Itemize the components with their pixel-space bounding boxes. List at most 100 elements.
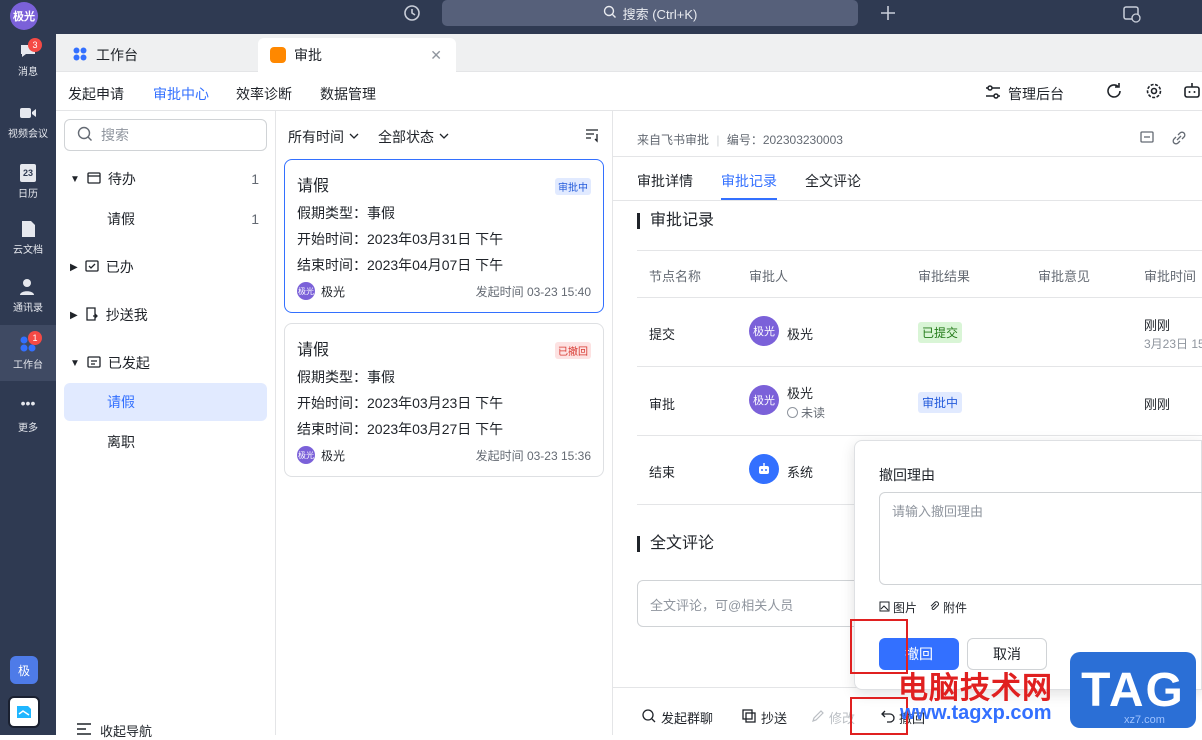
rail-label: 消息 bbox=[18, 67, 38, 78]
cc-button[interactable]: 抄送 bbox=[741, 708, 787, 727]
field-value: 2023年03月31日 下午 bbox=[367, 231, 504, 247]
request-card[interactable]: 请假 已撤回 假期类型：事假 开始时间：2023年03月23日 下午 结束时间：… bbox=[284, 323, 604, 477]
tab-comments[interactable]: 全文评论 bbox=[805, 171, 861, 191]
result-badge: 审批中 bbox=[918, 392, 963, 413]
search-icon bbox=[603, 5, 617, 22]
card-title: 请假 bbox=[297, 178, 330, 195]
rail-item-workspace[interactable]: 工作台 1 bbox=[0, 325, 56, 381]
admin-label: 管理后台 bbox=[1008, 85, 1064, 102]
nav-data[interactable]: 数据管理 bbox=[320, 84, 376, 104]
sidebar-search[interactable]: 搜索 bbox=[64, 119, 267, 151]
user-avatar[interactable]: 极光 bbox=[10, 2, 38, 30]
tab-detail[interactable]: 审批详情 bbox=[637, 171, 693, 191]
tab-records[interactable]: 审批记录 bbox=[721, 171, 777, 191]
rail-label: 更多 bbox=[18, 423, 38, 434]
caret-right-icon: ▶ bbox=[70, 261, 78, 273]
rail-item-messages[interactable]: 消息 3 bbox=[0, 38, 56, 78]
node-name: 提交 bbox=[649, 327, 676, 342]
status-badge: 已撤回 bbox=[555, 342, 591, 359]
reason-input[interactable]: 请输入撤回理由 bbox=[879, 492, 1202, 585]
column-header: 节点名称 bbox=[649, 269, 702, 284]
status-filter[interactable]: 全部状态 bbox=[378, 127, 450, 147]
card-field-type: 假期类型：事假 bbox=[297, 204, 591, 222]
attach-button[interactable]: 附件 bbox=[929, 599, 967, 616]
plus-icon[interactable] bbox=[878, 3, 898, 26]
watermark-small: xz7.com bbox=[1124, 714, 1165, 726]
clock-icon[interactable] bbox=[402, 3, 422, 28]
sidebar-item-label: 请假 bbox=[107, 394, 135, 410]
divider bbox=[637, 366, 1202, 367]
admin-button[interactable]: 管理后台 bbox=[984, 83, 1064, 104]
read-status-label: 未读 bbox=[801, 406, 826, 420]
caret-down-icon: ▼ bbox=[70, 173, 80, 185]
chat-icon bbox=[641, 708, 657, 727]
nav-approval-center[interactable]: 审批中心 bbox=[153, 84, 209, 116]
field-value: 事假 bbox=[367, 205, 395, 221]
nav-efficiency[interactable]: 效率诊断 bbox=[236, 84, 292, 104]
field-value: 事假 bbox=[367, 369, 395, 385]
group-chat-button[interactable]: 发起群聊 bbox=[641, 708, 713, 727]
rail-item-calendar[interactable]: 23 日历 bbox=[0, 164, 56, 200]
sidebar-item-todo[interactable]: ▼ 待办 1 bbox=[64, 160, 267, 198]
card-field-start: 开始时间：2023年03月31日 下午 bbox=[297, 230, 591, 248]
help-icon[interactable] bbox=[1122, 4, 1142, 27]
sidebar-item-label: 已发起 bbox=[107, 355, 150, 371]
close-icon[interactable]: ✕ bbox=[430, 47, 442, 64]
rail-item-docs[interactable]: 云文档 bbox=[0, 220, 56, 256]
comment-input[interactable]: 全文评论，可@相关人员 bbox=[637, 580, 877, 627]
column-header: 审批结果 bbox=[918, 269, 971, 284]
search-placeholder: 搜索 bbox=[101, 127, 129, 143]
sidebar-item-count: 1 bbox=[251, 211, 259, 227]
card-user: 极光 极光 bbox=[297, 282, 345, 300]
tab-strip: 工作台 审批 ✕ bbox=[56, 34, 1202, 72]
collapse-icon bbox=[76, 722, 92, 739]
comment-icon[interactable] bbox=[1139, 130, 1155, 149]
robot-icon[interactable] bbox=[1182, 81, 1202, 104]
rail-item-more[interactable]: ••• 更多 bbox=[0, 396, 56, 434]
status-badge: 审批中 bbox=[555, 178, 591, 195]
app-logo[interactable] bbox=[8, 696, 40, 728]
column-header: 审批人 bbox=[749, 269, 789, 284]
card-field-end: 结束时间：2023年04月07日 下午 bbox=[297, 256, 591, 274]
detail-source: 来自飞书审批 bbox=[637, 133, 710, 147]
edit-button[interactable]: 修改 bbox=[811, 708, 855, 727]
card-field-type: 假期类型：事假 bbox=[297, 368, 591, 386]
button-label: 附件 bbox=[943, 601, 968, 615]
time-filter[interactable]: 所有时间 bbox=[288, 127, 360, 147]
global-search[interactable]: 搜索 (Ctrl+K) bbox=[442, 0, 858, 26]
tenant-avatar[interactable]: 极 bbox=[10, 656, 38, 684]
doc-icon bbox=[18, 220, 38, 238]
collapse-label: 收起导航 bbox=[100, 724, 153, 739]
rail-item-contacts[interactable]: 通讯录 bbox=[0, 278, 56, 314]
paperclip-icon bbox=[929, 600, 940, 615]
approver-name: 极光 bbox=[787, 327, 814, 342]
pencil-icon bbox=[811, 709, 825, 726]
status-filter-label: 全部状态 bbox=[378, 129, 434, 145]
tab-workspace[interactable]: 工作台 bbox=[60, 38, 256, 72]
sidebar-item-initiated-resign[interactable]: 离职 bbox=[64, 423, 267, 461]
request-card[interactable]: 请假 审批中 假期类型：事假 开始时间：2023年03月31日 下午 结束时间：… bbox=[284, 159, 604, 313]
section-title-comments: 全文评论 bbox=[637, 536, 714, 552]
nav-apply[interactable]: 发起申请 bbox=[68, 84, 124, 104]
image-button[interactable]: 图片 bbox=[879, 599, 917, 616]
link-icon[interactable] bbox=[1171, 130, 1187, 149]
sort-icon[interactable] bbox=[584, 127, 600, 146]
tab-approval[interactable]: 审批 ✕ bbox=[258, 38, 456, 72]
sidebar-item-done[interactable]: ▶ 已办 bbox=[64, 248, 267, 286]
field-value: 2023年04月07日 下午 bbox=[367, 257, 504, 273]
collapse-nav-button[interactable]: 收起导航 bbox=[76, 721, 152, 740]
avatar: 极光 bbox=[297, 446, 315, 464]
button-label: 图片 bbox=[893, 601, 918, 615]
sidebar-item-cc[interactable]: ▶ 抄送我 bbox=[64, 296, 267, 334]
field-label: 结束时间： bbox=[297, 257, 367, 273]
rail-item-video[interactable]: 视频会议 bbox=[0, 104, 56, 140]
caret-right-icon: ▶ bbox=[70, 309, 78, 321]
sidebar-item-todo-leave[interactable]: 请假 1 bbox=[64, 200, 267, 238]
sidebar-item-initiated[interactable]: ▼ 已发起 bbox=[64, 344, 267, 382]
sidebar-item-label: 待办 bbox=[107, 171, 136, 187]
gear-icon[interactable] bbox=[1144, 81, 1164, 104]
circle-icon bbox=[787, 407, 798, 418]
sidebar-item-initiated-leave[interactable]: 请假 bbox=[64, 383, 267, 421]
robot-icon bbox=[749, 454, 779, 484]
refresh-icon[interactable] bbox=[1104, 81, 1124, 104]
